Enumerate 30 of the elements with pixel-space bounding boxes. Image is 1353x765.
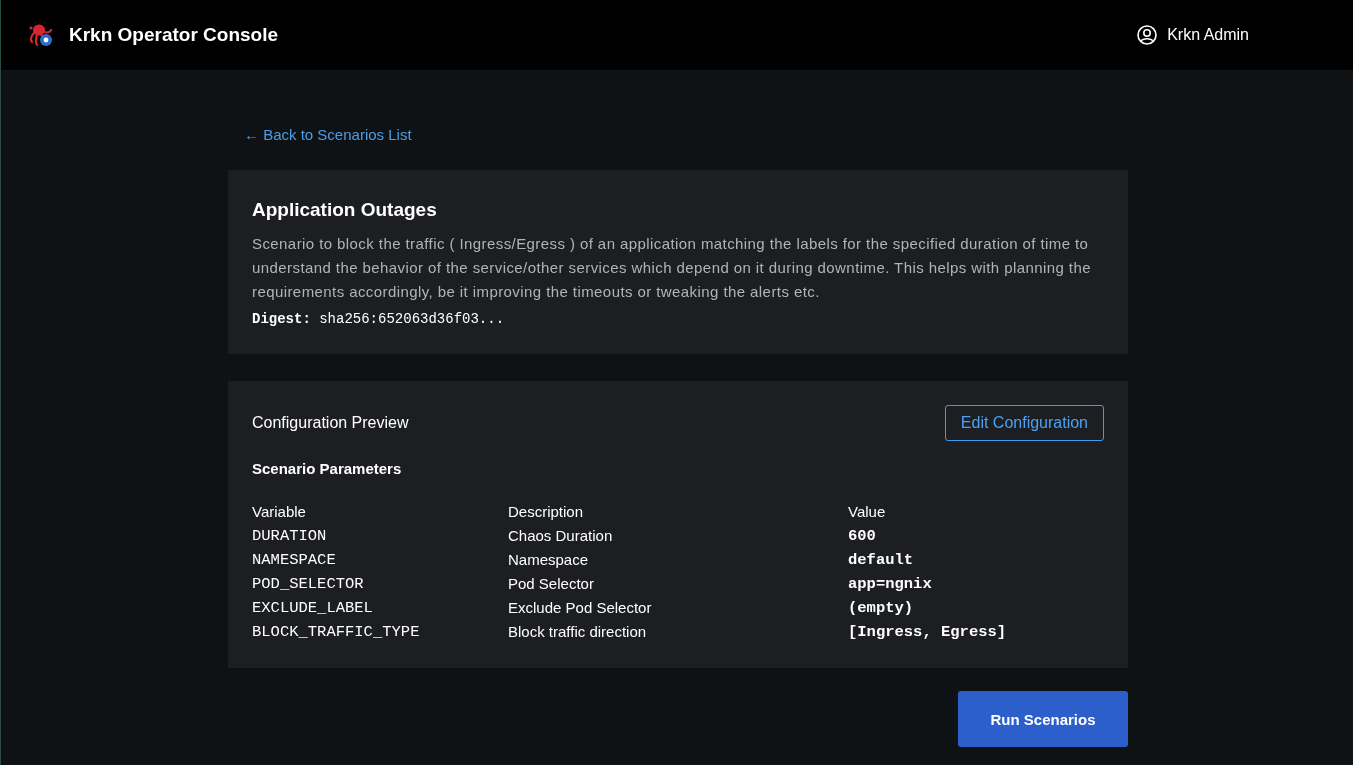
variable-cell: POD_SELECTOR — [252, 574, 364, 593]
scenario-title: Application Outages — [252, 198, 438, 222]
run-scenarios-button[interactable]: Run Scenarios — [958, 691, 1128, 747]
value-cell: 600 — [848, 526, 876, 545]
value-cell: app=ngnix — [848, 574, 932, 593]
description-cell: Namespace — [508, 550, 589, 568]
variable-cell: BLOCK_TRAFFIC_TYPE — [252, 622, 420, 641]
variable-cell: EXCLUDE_LABEL — [252, 598, 373, 617]
description-cell: Block traffic direction — [508, 622, 647, 640]
app-title: Krkn Operator Console — [69, 24, 279, 46]
configuration-title: Configuration Preview — [252, 414, 409, 432]
column-header: Value — [848, 502, 886, 520]
octopus-logo-icon — [28, 22, 54, 48]
user-avatar-icon — [1137, 25, 1158, 45]
column-header: Variable — [252, 502, 306, 520]
scenario-description: Scenario to block the traffic ( Ingress/Egress ) of an application matching the labels for the specified duration of time to understand the behavior of the service/other services which depend on it during downtime. This helps with planning the requirements accordingly, be it improving the timeouts or tweaking the alerts etc. — [252, 234, 1092, 302]
value-cell: default — [848, 550, 914, 569]
variable-cell: NAMESPACE — [252, 550, 336, 569]
edit-configuration-button[interactable]: Edit Configuration — [944, 405, 1104, 441]
digest-text: Digest: sha256:652063d36f03... — [252, 311, 506, 327]
description-cell: Exclude Pod Selector — [508, 598, 652, 616]
back-link[interactable]: ← Back to Scenarios List — [244, 125, 412, 145]
variable-cell: DURATION — [252, 526, 327, 545]
description-cell: Pod Selector — [508, 574, 594, 592]
value-cell: [Ingress, Egress] — [848, 622, 1007, 641]
column-header: Description — [508, 502, 584, 520]
parameters-heading: Scenario Parameters — [252, 459, 403, 479]
value-cell: (empty) — [848, 598, 914, 617]
user-menu[interactable]: Krkn Admin — [1137, 25, 1249, 45]
description-cell: Chaos Duration — [508, 526, 613, 544]
